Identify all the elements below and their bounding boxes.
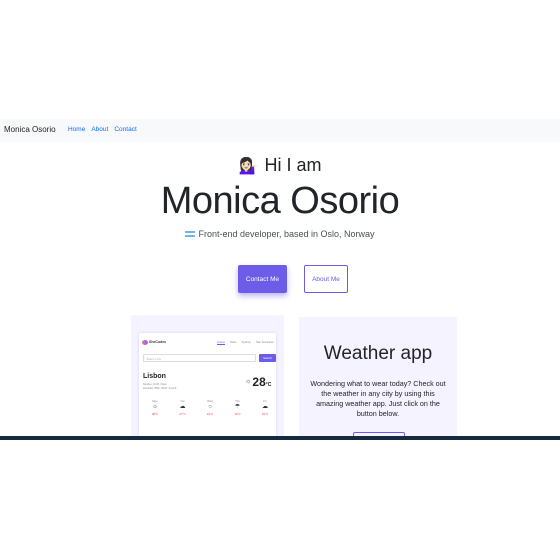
weather-icon: ○ [208,404,212,410]
forecast-day: Tue ☁ 27°C [173,399,193,416]
project-screenshot-card: SheCodes Lisbon Paris Sydney San Francis… [131,315,284,440]
nav-link-home[interactable]: Home [68,126,85,133]
weather-icon: ☼ [152,404,158,410]
screenshot-nav-item: Paris [230,340,237,344]
woman-tipping-hand-emoji-icon: 💁🏻‍♀️ [238,158,259,175]
screenshot-logo-text: SheCodes [149,340,167,344]
screenshot-forecast: Mon ☼ 28°C Tue ☁ 27°C Wed ○ 24°C Thu ☂ 1… [145,399,275,416]
screenshot-temp-value: 28 [252,375,266,389]
screenshot-meta-line: Humidity: 88%, Wind: 4 km/h [143,387,177,390]
weather-icon: ☂ [234,404,241,410]
screenshot-city: Lisbon [143,373,166,380]
forecast-day: Wed ○ 24°C [200,399,220,416]
hero-greeting: 💁🏻‍♀️ Hi I am [0,155,560,176]
sun-icon: ☼ [245,378,252,385]
screenshot-search-button: Search [259,354,276,362]
forecast-day: Fri ☁ 23°C [255,399,275,416]
project-title: Weather app [323,343,433,364]
nav-link-about[interactable]: About [91,126,108,133]
screenshot-meta: Sunday 14:30, Clear Humidity: 88%, Wind:… [143,383,176,391]
project-info-card: Weather app Wondering what to wear today… [299,317,457,440]
weather-app-screenshot[interactable]: SheCodes Lisbon Paris Sydney San Francis… [139,333,276,440]
weather-icon: ☁ [179,404,186,410]
navbar: Monica Osorio Home About Contact [0,119,560,142]
hero-subtitle: Front-end developer, based in Oslo, Norw… [0,229,560,239]
bottom-border-bar [0,436,560,440]
shecodes-logo-icon [142,340,148,345]
project-description: Wondering what to wear today? Check out … [310,379,446,418]
contact-me-button[interactable]: Contact Me [238,265,287,293]
forecast-temp: 19°C [234,412,241,416]
screenshot-temp-unit: °C [265,382,272,388]
screenshot-city-nav: Lisbon Paris Sydney San Francisco [217,340,274,345]
hero-name: Monica Osorio [160,180,400,222]
about-me-button[interactable]: About Me [304,265,348,293]
forecast-temp: 28°C [151,412,159,416]
nav-link-contact[interactable]: Contact [114,126,136,133]
page-viewport: Monica Osorio Home About Contact 💁🏻‍♀️ Hi… [0,119,560,440]
forecast-temp: 23°C [261,412,269,416]
screenshot-nav-item: Lisbon [217,340,226,345]
screenshot-nav-item: Sydney [241,340,251,344]
weather-icon: ☁ [262,404,268,410]
nav-links: Home About Contact [68,126,137,133]
subtitle-text: Front-end developer, based in Oslo, Norw… [198,229,375,239]
screenshot-search-input: Enter a city [143,354,256,362]
greeting-text: Hi I am [264,155,322,175]
forecast-temp: 27°C [179,412,186,416]
forecast-temp: 24°C [206,412,214,416]
forecast-day: Mon ☼ 28°C [145,399,165,416]
screenshot-temperature: ☼28°C [245,375,271,389]
forecast-day: Thu ☂ 19°C [228,399,248,416]
navbar-brand[interactable]: Monica Osorio [4,125,56,134]
screenshot-nav-item: San Francisco [255,340,274,344]
flag-icon [185,231,196,237]
